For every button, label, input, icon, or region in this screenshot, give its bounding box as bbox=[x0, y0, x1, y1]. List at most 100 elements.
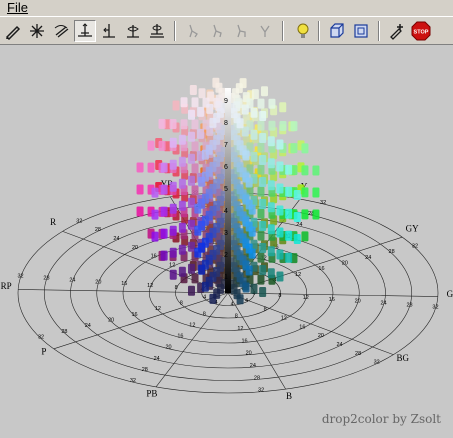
color-chip bbox=[191, 185, 199, 196]
color-chip bbox=[259, 265, 267, 276]
toolbar-separator bbox=[282, 21, 284, 41]
color-chip bbox=[187, 241, 195, 252]
color-chip bbox=[160, 206, 168, 217]
color-chip bbox=[169, 203, 177, 214]
walk-button-3[interactable] bbox=[230, 20, 252, 42]
walk-button-4[interactable] bbox=[254, 20, 276, 42]
add-pen-button[interactable] bbox=[386, 20, 408, 42]
light-button[interactable] bbox=[292, 20, 314, 42]
color-chip bbox=[178, 266, 186, 277]
color-chip bbox=[259, 287, 267, 298]
hue-spoke bbox=[155, 292, 229, 388]
color-chip bbox=[191, 163, 199, 174]
color-chip bbox=[187, 175, 195, 186]
color-chip bbox=[206, 103, 214, 114]
color-chip bbox=[276, 161, 284, 172]
cube-button[interactable] bbox=[326, 20, 348, 42]
munsell-color-solid[interactable]: YGYGBGBPBPRPRYR4812162024283248121620242… bbox=[0, 45, 453, 438]
chroma-tick-label: 20 bbox=[318, 333, 324, 339]
value-label: 4 bbox=[224, 208, 228, 215]
color-chip bbox=[279, 102, 287, 113]
color-chip bbox=[267, 268, 275, 279]
chroma-tick-label: 16 bbox=[121, 281, 127, 287]
color-chip bbox=[198, 264, 206, 275]
color-chip bbox=[279, 120, 287, 131]
color-chip bbox=[259, 177, 267, 188]
toolbar: STOP bbox=[0, 16, 453, 45]
color-chip bbox=[191, 141, 199, 152]
color-chip bbox=[312, 187, 320, 198]
color-chip bbox=[180, 97, 188, 108]
walk-icon-4 bbox=[260, 25, 270, 37]
color-chip bbox=[301, 187, 309, 198]
axis-left-icon bbox=[103, 24, 115, 38]
pen-tool-icon bbox=[5, 25, 21, 40]
color-chip bbox=[312, 209, 320, 220]
color-chip bbox=[169, 225, 177, 236]
color-chip bbox=[245, 265, 253, 276]
color-chip bbox=[151, 187, 159, 198]
chroma-tick-label: 24 bbox=[365, 255, 371, 261]
color-chip bbox=[191, 273, 199, 284]
color-chip bbox=[257, 164, 265, 175]
color-chip bbox=[257, 208, 265, 219]
walk-icon-1 bbox=[189, 24, 198, 38]
pen-tool-button[interactable] bbox=[2, 20, 24, 42]
chroma-tick-label: 24 bbox=[296, 222, 302, 228]
color-chip bbox=[293, 212, 301, 223]
color-chip bbox=[301, 231, 309, 242]
axis-flat-button[interactable] bbox=[146, 20, 168, 42]
chroma-tick-label: 16 bbox=[329, 297, 335, 303]
color-chip bbox=[197, 106, 205, 117]
chroma-tick-label: 20 bbox=[132, 245, 138, 251]
color-chip bbox=[290, 121, 298, 132]
credit-text: drop2color by Zsolt bbox=[321, 412, 441, 426]
walk-button-1[interactable] bbox=[182, 20, 204, 42]
chroma-tick-label: 16 bbox=[318, 266, 324, 272]
chroma-tick-label: 32 bbox=[38, 335, 44, 341]
chroma-tick-label: 24 bbox=[69, 277, 75, 283]
chroma-tick-label: 12 bbox=[295, 272, 301, 278]
rotate-tool-icon bbox=[54, 25, 69, 38]
chroma-tick-label: 32 bbox=[130, 378, 136, 384]
sparkle-tool-button[interactable] bbox=[26, 20, 48, 42]
sparkle-tool-icon bbox=[30, 24, 44, 38]
hue-label: B bbox=[286, 391, 292, 401]
chroma-tick-label: 20 bbox=[165, 345, 171, 351]
value-label: 3 bbox=[224, 230, 228, 237]
color-chip bbox=[169, 247, 177, 258]
chroma-tick-label: 12 bbox=[155, 306, 161, 312]
color-chip bbox=[248, 248, 256, 259]
chroma-tick-label: 4 bbox=[203, 295, 206, 301]
color-chip bbox=[178, 244, 186, 255]
color-chip bbox=[187, 285, 195, 296]
chroma-tick-label: 16 bbox=[241, 338, 247, 344]
rotate-tool-button[interactable] bbox=[50, 20, 72, 42]
axis-rotate-button[interactable] bbox=[122, 20, 144, 42]
color-chip bbox=[178, 134, 186, 145]
color-solid-viewport[interactable]: YGYGBGBPBPRPRYR4812162024283248121620242… bbox=[0, 45, 453, 438]
color-chip bbox=[136, 162, 144, 173]
color-chip bbox=[169, 181, 177, 192]
hue-label: P bbox=[41, 346, 46, 356]
frame-button[interactable] bbox=[350, 20, 372, 42]
color-chip bbox=[136, 184, 144, 195]
color-chip bbox=[180, 119, 188, 130]
chroma-tick-label: 16 bbox=[177, 334, 183, 340]
stop-button[interactable]: STOP bbox=[410, 20, 432, 42]
axis-left-button[interactable] bbox=[98, 20, 120, 42]
menu-file[interactable]: File bbox=[4, 0, 31, 16]
color-chip bbox=[267, 224, 275, 235]
color-chip bbox=[301, 209, 309, 220]
color-chip bbox=[187, 109, 195, 120]
walk-button-2[interactable] bbox=[206, 20, 228, 42]
chroma-tick-label: 16 bbox=[151, 254, 157, 260]
color-chip bbox=[189, 84, 197, 95]
color-chip bbox=[169, 159, 177, 170]
axis-tool-button[interactable] bbox=[74, 20, 96, 42]
chroma-tick-label: 32 bbox=[374, 360, 380, 366]
color-chip bbox=[201, 149, 209, 160]
color-chip bbox=[178, 200, 186, 211]
color-chip bbox=[259, 221, 267, 232]
chroma-tick-label: 28 bbox=[142, 367, 148, 373]
